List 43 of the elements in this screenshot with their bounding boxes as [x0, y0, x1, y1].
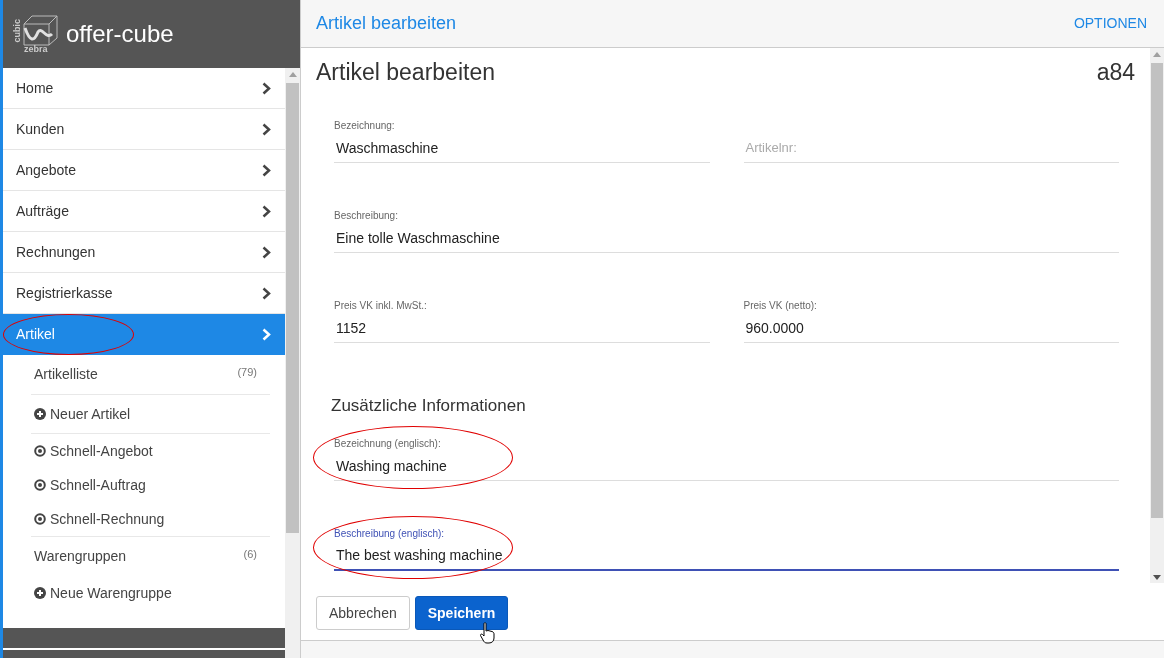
dot-circle-icon — [34, 445, 46, 457]
scroll-up-icon[interactable] — [1153, 52, 1161, 57]
scrollbar-thumb[interactable] — [1151, 63, 1163, 518]
submenu-item[interactable]: Schnell-Auftrag — [31, 468, 270, 502]
input-field[interactable]: Bezeichnung (englisch): Washing machine — [334, 430, 1119, 481]
item-count: (79) — [237, 365, 257, 380]
chevron-right-icon — [262, 245, 271, 259]
scrollbar-thumb[interactable] — [286, 83, 299, 533]
chevron-right-icon — [262, 204, 271, 218]
input-field[interactable]: Bezeichnung: Waschmaschine — [334, 112, 710, 163]
nav-item[interactable]: Artikel — [3, 314, 285, 355]
submenu-item[interactable]: Artikelliste (79) — [31, 355, 270, 394]
article-id: a84 — [1096, 57, 1135, 87]
chevron-right-icon — [262, 81, 271, 95]
scroll-up-icon[interactable] — [288, 72, 297, 77]
plus-circle-icon — [34, 408, 46, 420]
input-field[interactable]: Beschreibung (englisch): The best washing machine — [334, 520, 1119, 571]
input-field[interactable]: Preis VK inkl. MwSt.: 1152 — [334, 292, 710, 343]
scroll-down-icon[interactable] — [1153, 575, 1161, 580]
hand-cursor-icon — [479, 622, 495, 644]
chevron-right-icon — [262, 122, 271, 136]
input-field[interactable]: Beschreibung: Eine tolle Waschmaschine — [334, 202, 1119, 253]
submenu-item[interactable]: Warengruppen (6) — [31, 537, 270, 576]
submenu-item[interactable]: Schnell-Angebot — [31, 434, 270, 468]
save-button[interactable]: Speichern — [414, 596, 509, 630]
input-field[interactable]: Preis VK (netto): 960.0000 — [743, 292, 1119, 343]
dot-circle-icon — [34, 513, 46, 525]
page-title: Artikel bearbeiten — [316, 12, 457, 35]
section-heading: Zusätzliche Informationen — [331, 396, 526, 415]
chevron-right-icon — [262, 163, 271, 177]
submenu-item[interactable]: Neue Warengruppe — [31, 576, 270, 610]
submenu-item[interactable]: Neuer Artikel — [31, 395, 270, 433]
chevron-right-icon — [262, 286, 271, 300]
form-title: Artikel bearbeiten — [316, 57, 495, 87]
chevron-right-icon — [262, 328, 271, 341]
dot-circle-icon — [34, 479, 46, 491]
cancel-button[interactable]: Abbrechen — [316, 596, 410, 630]
item-count: (6) — [243, 547, 257, 562]
plus-circle-icon — [34, 587, 46, 599]
content-scrollbar[interactable] — [1150, 48, 1164, 583]
submenu-item[interactable]: Schnell-Rechnung — [31, 502, 270, 536]
app-name: offer-cube — [66, 19, 174, 49]
sidebar-scrollbar[interactable] — [285, 68, 300, 658]
